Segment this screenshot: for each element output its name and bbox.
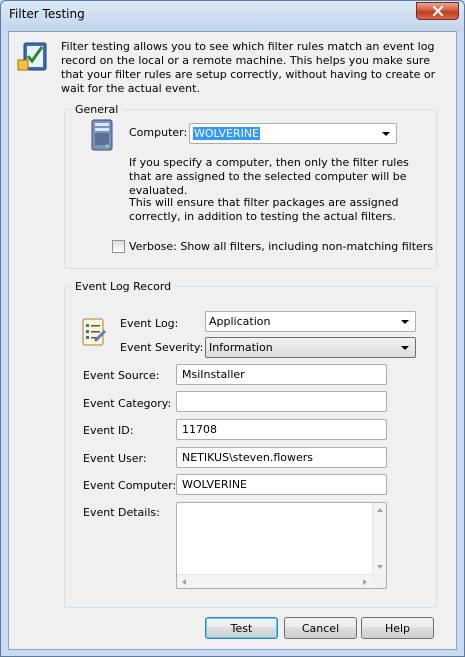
event-id-field[interactable]: 11708 bbox=[176, 419, 387, 440]
verbose-checkbox[interactable] bbox=[112, 240, 125, 253]
scroll-right-icon[interactable] bbox=[363, 579, 367, 585]
event-computer-field[interactable]: WOLVERINE bbox=[176, 474, 387, 495]
computer-combobox[interactable]: WOLVERINE bbox=[189, 123, 397, 144]
event-user-field[interactable]: NETIKUS\steven.flowers bbox=[176, 447, 387, 468]
scroll-left-icon[interactable] bbox=[182, 579, 186, 585]
verbose-label[interactable]: Verbose: Show all filters, including non… bbox=[129, 240, 433, 253]
event-severity-combobox[interactable]: Information bbox=[205, 337, 416, 358]
help-button[interactable]: Help bbox=[361, 617, 434, 639]
filter-checklist-icon bbox=[17, 42, 47, 71]
event-log-label: Event Log: bbox=[120, 317, 179, 330]
scroll-up-icon[interactable] bbox=[377, 508, 383, 512]
test-button[interactable]: Test bbox=[205, 617, 278, 639]
computer-label: Computer: bbox=[129, 126, 188, 139]
event-log-combobox-value: Application bbox=[209, 315, 271, 328]
cancel-button[interactable]: Cancel bbox=[284, 617, 357, 639]
event-id-label: Event ID: bbox=[83, 424, 134, 437]
event-details-label: Event Details: bbox=[83, 506, 160, 519]
window-title: Filter Testing bbox=[9, 7, 85, 21]
chevron-down-icon[interactable] bbox=[401, 320, 409, 324]
event-details-textarea[interactable] bbox=[176, 502, 387, 589]
event-severity-combobox-value: Information bbox=[209, 341, 273, 354]
details-horizontal-scrollbar[interactable] bbox=[177, 574, 372, 588]
intro-description: Filter testing allows you to see which f… bbox=[61, 40, 436, 95]
dialog-client-area: Filter testing allows you to see which f… bbox=[8, 31, 457, 650]
event-severity-label: Event Severity: bbox=[120, 341, 204, 354]
scroll-down-icon[interactable] bbox=[377, 565, 383, 569]
title-bar: Filter Testing bbox=[1, 1, 464, 29]
event-id-value: 11708 bbox=[182, 423, 217, 436]
event-user-label: Event User: bbox=[83, 452, 147, 465]
event-source-value: MsiInstaller bbox=[182, 368, 245, 381]
close-icon bbox=[432, 6, 443, 16]
filter-testing-window: Filter Testing Filter testing allows you… bbox=[0, 0, 465, 657]
general-legend: General bbox=[75, 103, 119, 116]
event-log-icon bbox=[82, 318, 107, 346]
event-category-label: Event Category: bbox=[83, 397, 172, 410]
computer-server-icon bbox=[91, 119, 113, 151]
event-log-combobox[interactable]: Application bbox=[205, 311, 416, 332]
details-vertical-scrollbar[interactable] bbox=[372, 503, 386, 574]
packages-note: This will ensure that filter packages ar… bbox=[129, 196, 399, 223]
event-source-field[interactable]: MsiInstaller bbox=[176, 364, 387, 385]
event-log-record-legend: Event Log Record bbox=[75, 280, 172, 293]
event-computer-value: WOLVERINE bbox=[182, 478, 247, 491]
close-button[interactable] bbox=[416, 2, 459, 20]
chevron-down-icon[interactable] bbox=[401, 346, 409, 350]
scroll-corner bbox=[372, 574, 386, 588]
event-computer-label: Event Computer: bbox=[83, 479, 177, 492]
event-source-label: Event Source: bbox=[83, 369, 160, 382]
chevron-down-icon[interactable] bbox=[382, 132, 390, 136]
event-user-value: NETIKUS\steven.flowers bbox=[182, 451, 314, 464]
event-category-field[interactable] bbox=[176, 391, 387, 412]
computer-combobox-value: WOLVERINE bbox=[193, 127, 260, 140]
computer-note: If you specify a computer, then only the… bbox=[129, 156, 409, 197]
